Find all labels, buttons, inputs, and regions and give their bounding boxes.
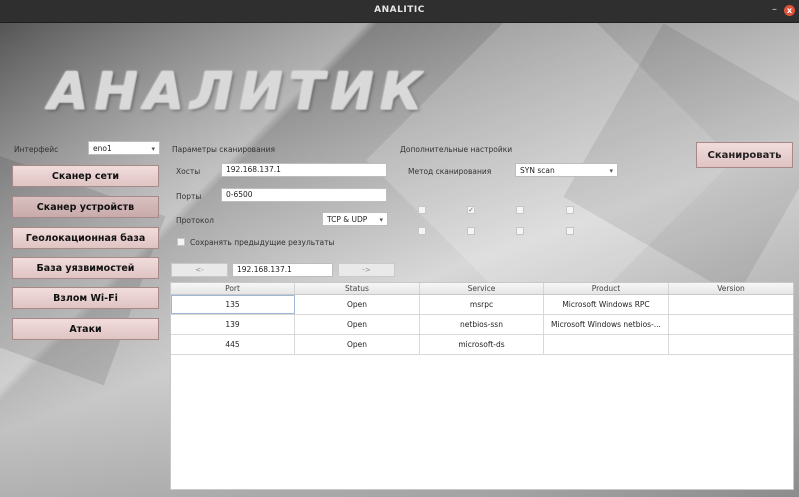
table-cell[interactable]	[669, 295, 793, 314]
extra-settings-heading: Дополнительные настройки	[400, 145, 513, 154]
table-cell[interactable]: Microsoft Windows netbios-...	[544, 315, 669, 334]
table-row[interactable]: 139 Open netbios-ssn Microsoft Windows n…	[171, 315, 793, 335]
table-cell[interactable]: Open	[295, 315, 420, 334]
chevron-down-icon: ▾	[379, 216, 383, 224]
app-logo: АНАЛИТИК	[48, 62, 429, 122]
column-header-status[interactable]: Status	[295, 283, 420, 294]
scan-method-select[interactable]: SYN scan ▾	[515, 163, 618, 177]
scan-params-heading: Параметры сканирования	[172, 145, 275, 154]
save-results-label: Сохранять предыдущие результаты	[190, 238, 335, 247]
table-cell[interactable]: 445	[171, 335, 295, 354]
current-host-field[interactable]: 192.168.137.1	[232, 263, 333, 277]
chevron-down-icon: ▾	[151, 145, 155, 153]
ports-label: Порты	[176, 192, 202, 201]
protocol-select[interactable]: TCP & UDP ▾	[322, 212, 388, 226]
nav-attacks[interactable]: Атаки	[12, 318, 159, 340]
prev-host-button[interactable]: <-	[171, 263, 228, 277]
table-cell[interactable]: 135	[171, 295, 295, 314]
nav-device-scanner[interactable]: Сканер устройств	[12, 196, 159, 218]
table-row[interactable]: 135 Open msrpc Microsoft Windows RPC	[171, 295, 793, 315]
chevron-down-icon: ▾	[609, 167, 613, 175]
nav-network-scanner[interactable]: Сканер сети	[12, 165, 159, 187]
protocol-label: Протокол	[176, 216, 214, 225]
results-table: Port Status Service Product Version 135 …	[170, 282, 794, 490]
table-cell[interactable]	[669, 335, 793, 354]
table-cell[interactable]	[669, 315, 793, 334]
window-title: ANALITIC	[374, 5, 425, 15]
interface-value: eno1	[93, 144, 112, 153]
option-checkbox[interactable]	[566, 206, 574, 214]
table-cell[interactable]: Open	[295, 335, 420, 354]
app-window: ANALITIC – x АНАЛИТИК Интерфейс eno1 ▾ С…	[0, 0, 799, 497]
table-row[interactable]: 445 Open microsoft-ds	[171, 335, 793, 355]
table-header: Port Status Service Product Version	[171, 283, 793, 295]
interface-label: Интерфейс	[14, 145, 59, 154]
table-cell[interactable]	[544, 335, 669, 354]
option-checkbox[interactable]	[516, 206, 524, 214]
option-checkbox[interactable]	[516, 227, 524, 235]
table-cell[interactable]: 139	[171, 315, 295, 334]
column-header-product[interactable]: Product	[544, 283, 669, 294]
save-results-checkbox[interactable]	[177, 238, 185, 246]
scan-button[interactable]: Сканировать	[696, 142, 793, 168]
option-checkbox[interactable]	[418, 227, 426, 235]
scan-method-value: SYN scan	[520, 166, 555, 175]
table-cell[interactable]: microsoft-ds	[420, 335, 544, 354]
next-host-button[interactable]: ->	[338, 263, 395, 277]
nav-vulnerability-db[interactable]: База уязвимостей	[12, 257, 159, 279]
protocol-value: TCP & UDP	[327, 215, 368, 224]
hosts-label: Хосты	[176, 167, 201, 176]
option-checkbox[interactable]	[566, 227, 574, 235]
table-cell[interactable]: msrpc	[420, 295, 544, 314]
ports-input[interactable]: 0-6500	[221, 188, 387, 202]
table-cell[interactable]: Open	[295, 295, 420, 314]
interface-select[interactable]: eno1 ▾	[88, 141, 160, 155]
nav-geolocation-db[interactable]: Геолокационная база	[12, 227, 159, 249]
option-checkbox[interactable]	[418, 206, 426, 214]
nav-wifi-crack[interactable]: Взлом Wi-Fi	[12, 287, 159, 309]
table-cell[interactable]: Microsoft Windows RPC	[544, 295, 669, 314]
close-icon[interactable]: x	[784, 5, 795, 16]
column-header-port[interactable]: Port	[171, 283, 295, 294]
option-checkbox[interactable]	[467, 227, 475, 235]
column-header-service[interactable]: Service	[420, 283, 544, 294]
hosts-input[interactable]: 192.168.137.1	[221, 163, 387, 177]
table-cell[interactable]: netbios-ssn	[420, 315, 544, 334]
column-header-version[interactable]: Version	[669, 283, 793, 294]
minimize-icon[interactable]: –	[772, 4, 777, 15]
option-checkbox-checked[interactable]: ✓	[467, 206, 475, 214]
scan-method-label: Метод сканирования	[408, 167, 492, 176]
title-bar: ANALITIC – x	[0, 0, 799, 23]
